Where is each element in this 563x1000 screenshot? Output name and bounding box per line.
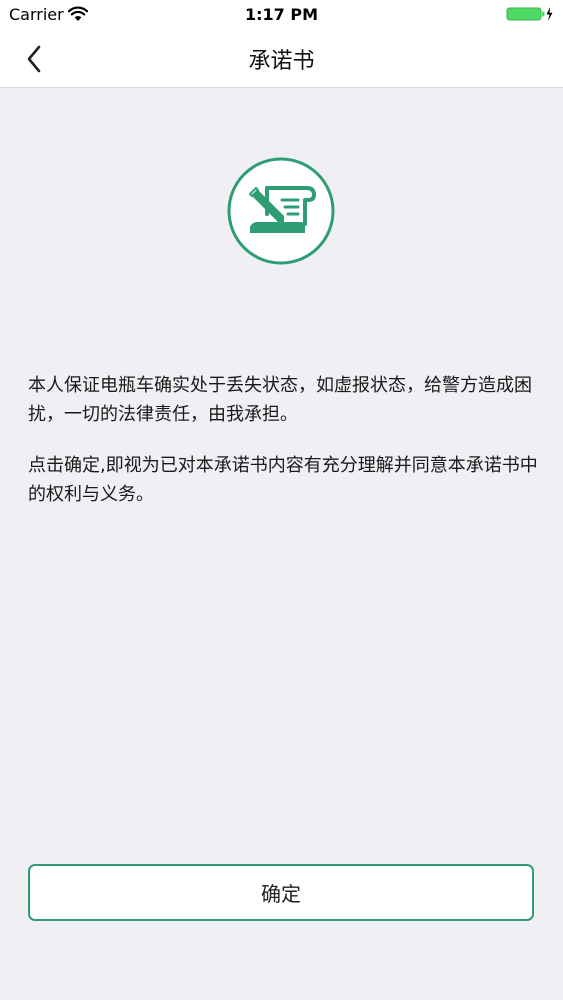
battery-charging-icon [506, 7, 553, 21]
status-bar: Carrier 1:17 PM [0, 0, 563, 30]
pledge-statement: 本人保证电瓶车确实处于丢失状态，如虚报状态，给警方造成困扰，一切的法律责任，由我… [28, 375, 532, 425]
navigation-bar: 承诺书 [0, 30, 563, 88]
pledge-agreement: 点击确定,即视为已对本承诺书内容有充分理解并同意本承诺书中的权利与义务。 [28, 455, 538, 505]
confirm-button[interactable]: 确定 [28, 864, 534, 921]
clock: 1:17 PM [244, 5, 318, 24]
page-title: 承诺书 [248, 49, 315, 74]
signing-document-icon [227, 157, 335, 265]
pledge-content: 本人保证电瓶车确实处于丢失状态，如虚报状态，给警方造成困扰，一切的法律责任，由我… [28, 371, 538, 509]
